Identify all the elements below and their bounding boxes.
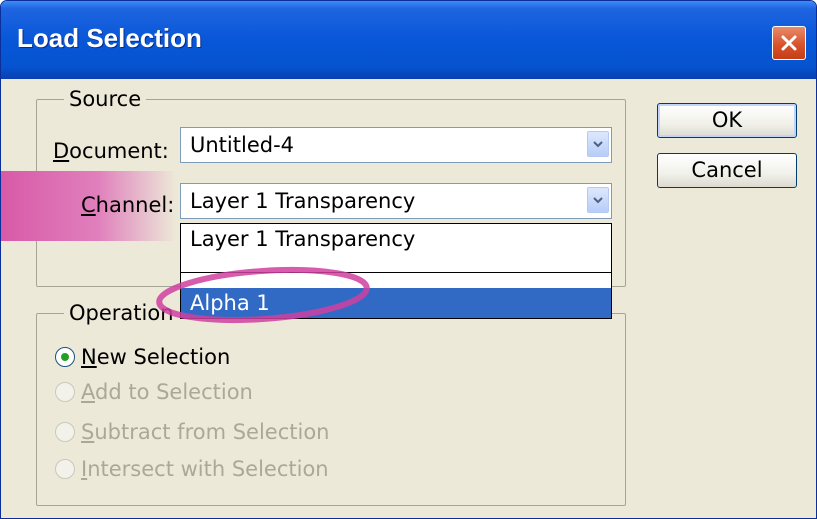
radio-button[interactable] bbox=[55, 459, 75, 479]
radio-subtract-from-selection[interactable]: Subtract from Selection bbox=[55, 420, 455, 448]
radio-label: New Selection bbox=[81, 345, 231, 369]
radio-new-selection[interactable]: New Selection bbox=[55, 345, 455, 373]
dropdown-option-label: Layer 1 Transparency bbox=[190, 227, 416, 251]
annotation-oval bbox=[156, 266, 370, 324]
chevron-down-icon bbox=[593, 141, 603, 148]
radio-intersect-with-selection[interactable]: Intersect with Selection bbox=[55, 457, 455, 485]
source-legend: Source bbox=[69, 87, 142, 111]
radio-label: Add to Selection bbox=[81, 380, 253, 404]
radio-button[interactable] bbox=[55, 382, 75, 402]
radio-button[interactable] bbox=[55, 347, 75, 367]
close-button[interactable] bbox=[772, 26, 806, 60]
radio-label: Intersect with Selection bbox=[81, 457, 329, 481]
radio-button[interactable] bbox=[55, 422, 75, 442]
chevron-down-icon bbox=[593, 197, 603, 204]
document-select[interactable]: Untitled-4 bbox=[180, 127, 612, 163]
document-dropdown-arrow[interactable] bbox=[587, 131, 609, 157]
channel-dropdown-arrow[interactable] bbox=[587, 187, 609, 213]
radio-selected-dot bbox=[61, 353, 69, 361]
channel-select[interactable]: Layer 1 Transparency bbox=[180, 183, 612, 219]
channel-label: Channel: bbox=[81, 193, 175, 217]
ok-button[interactable]: OK bbox=[657, 103, 797, 138]
document-label: Document: bbox=[53, 139, 169, 163]
load-selection-dialog: Load Selection Source Document: Untitled… bbox=[0, 0, 817, 519]
radio-label: Subtract from Selection bbox=[81, 420, 330, 444]
dialog-title: Load Selection bbox=[17, 23, 202, 53]
radio-add-to-selection[interactable]: Add to Selection bbox=[55, 380, 455, 408]
cancel-button[interactable]: Cancel bbox=[657, 153, 797, 188]
close-icon bbox=[781, 35, 797, 51]
document-value: Untitled-4 bbox=[190, 133, 295, 157]
channel-value: Layer 1 Transparency bbox=[190, 189, 416, 213]
dropdown-option[interactable]: Layer 1 Transparency bbox=[181, 224, 611, 254]
title-bar[interactable]: Load Selection bbox=[1, 1, 816, 79]
